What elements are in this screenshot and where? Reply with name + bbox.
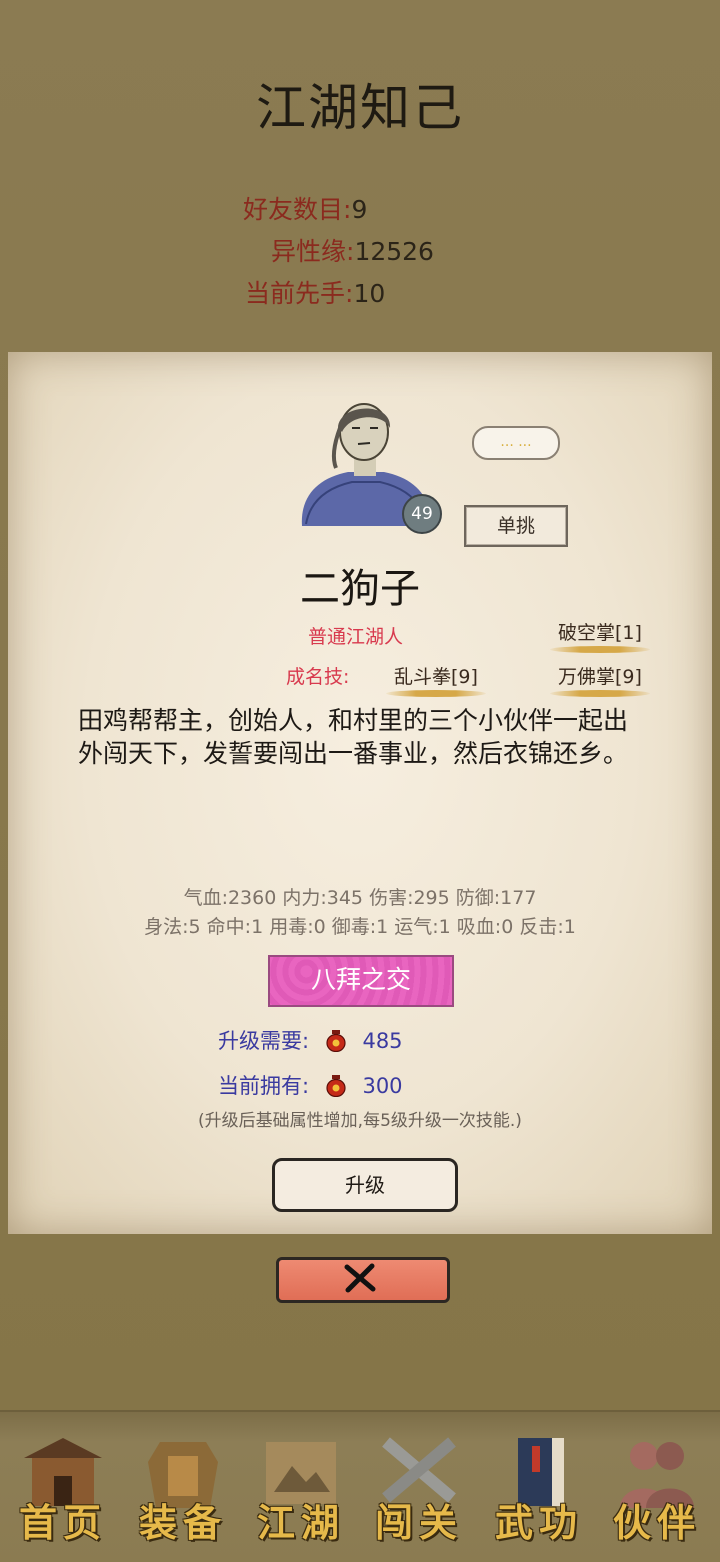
friend-count-stat: 好友数目:9: [243, 190, 367, 226]
upgrade-cost-row: 升级需要: 485: [218, 1025, 403, 1055]
brush-underline: [386, 690, 486, 697]
owned-row: 当前拥有: 300: [218, 1070, 403, 1100]
signature-skills-label: 成名技:: [286, 666, 350, 688]
nav-equipment[interactable]: 装备: [128, 1424, 238, 1545]
brush-underline: [550, 690, 650, 697]
close-icon: [344, 1263, 376, 1293]
skill-tag[interactable]: 乱斗拳[9]: [386, 662, 486, 697]
character-description: 田鸡帮帮主，创始人，和村里的三个小伙伴一起出外闯天下，发誓要闯出一番事业，然后衣…: [78, 706, 629, 768]
attributes-line-primary: 气血:2360 内力:345 伤害:295 防御:177: [183, 887, 537, 909]
nav-challenge[interactable]: 闯关: [364, 1424, 474, 1545]
attributes-line-secondary: 身法:5 命中:1 用毒:0 御毒:1 运气:1 吸血:0 反击:1: [144, 916, 576, 938]
owned-value: 300: [362, 1074, 403, 1098]
nav-companions[interactable]: 伙伴: [602, 1424, 712, 1545]
stat-label: 好友数目:: [243, 195, 352, 224]
upgrade-note: (升级后基础属性增加,每5级升级一次技能.): [198, 1111, 522, 1131]
speech-bubble: ... ...: [472, 426, 560, 460]
upgrade-cost-value: 485: [362, 1029, 403, 1053]
nav-home[interactable]: 首页: [8, 1424, 118, 1545]
character-name: 二狗子: [300, 566, 420, 612]
wine-jar-icon: [326, 1030, 346, 1052]
romance-stat: 异性缘:12526: [271, 232, 434, 268]
skill-name: 万佛掌[9]: [558, 666, 642, 688]
nav-label: 武功: [494, 1500, 583, 1545]
brush-underline: [550, 646, 650, 653]
character-identity: 普通江湖人: [308, 626, 404, 648]
relationship-badge: 八拜之交: [268, 955, 454, 1007]
stat-value: 9: [351, 195, 368, 224]
nav-label: 装备: [138, 1500, 227, 1545]
skill-name: 破空掌[1]: [558, 622, 642, 644]
nav-label: 伙伴: [612, 1500, 701, 1545]
wine-jar-icon: [326, 1075, 346, 1097]
upgrade-cost-label: 升级需要:: [218, 1029, 310, 1053]
nav-label: 闯关: [374, 1500, 463, 1545]
stat-label: 异性缘:: [271, 237, 355, 266]
owned-label: 当前拥有:: [218, 1074, 310, 1098]
page-title: 江湖知己: [256, 79, 464, 137]
nav-jianghu[interactable]: 江湖: [246, 1424, 356, 1545]
initiative-stat: 当前先手:10: [245, 274, 385, 310]
skill-name: 乱斗拳[9]: [394, 666, 478, 688]
nav-martial-arts[interactable]: 武功: [484, 1424, 594, 1545]
stat-value: 10: [353, 279, 386, 308]
upgrade-button[interactable]: 升级: [272, 1158, 458, 1212]
close-button[interactable]: [276, 1257, 450, 1303]
stat-label: 当前先手:: [245, 279, 354, 308]
stat-value: 12526: [354, 237, 434, 266]
duel-button[interactable]: 单挑: [464, 505, 568, 547]
skill-tag[interactable]: 破空掌[1]: [550, 618, 650, 653]
level-badge: 49: [402, 494, 442, 534]
nav-label: 首页: [18, 1500, 107, 1545]
skill-tag[interactable]: 万佛掌[9]: [550, 662, 650, 697]
nav-label: 江湖: [256, 1500, 345, 1545]
